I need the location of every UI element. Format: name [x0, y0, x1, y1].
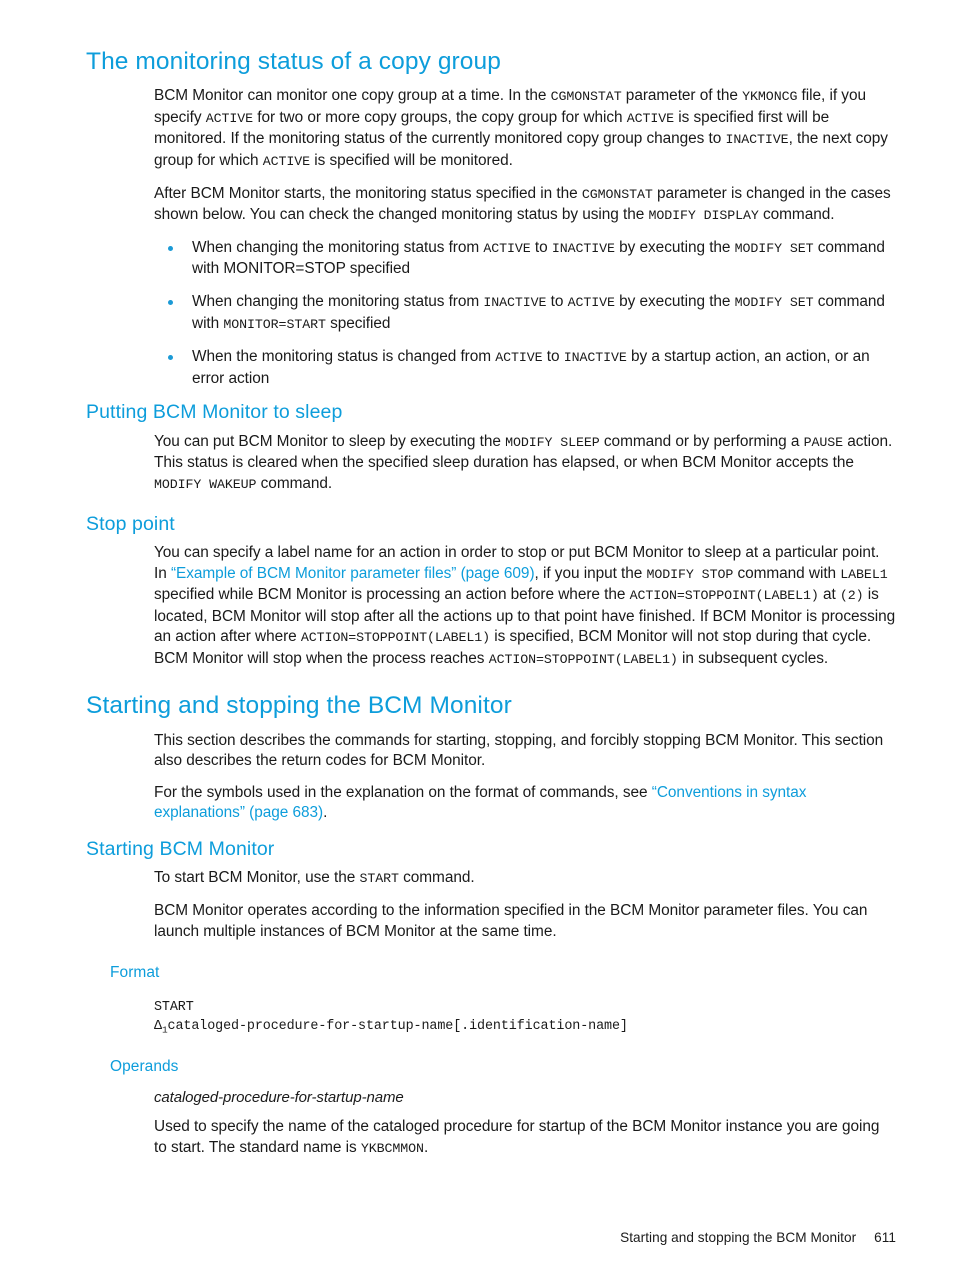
- code-term: INACTIVE: [551, 240, 615, 256]
- list-item: When changing the monitoring status from…: [154, 292, 896, 335]
- text-fragment: command.: [758, 206, 835, 224]
- text-fragment: .: [323, 804, 328, 822]
- paragraph-monitoring-status-2: After BCM Monitor starts, the monitoring…: [154, 184, 896, 227]
- link-example-of-bcm-monitor-parameter-files[interactable]: “Example of BCM Monitor parameter files”…: [171, 565, 535, 582]
- code-term: MODIFY SET: [734, 294, 814, 310]
- paragraph-monitoring-status-1: BCM Monitor can monitor one copy group a…: [154, 86, 896, 172]
- text-fragment: command.: [398, 869, 475, 887]
- text-fragment: To start BCM Monitor, use the: [154, 869, 360, 887]
- code-term: ACTIVE: [262, 153, 310, 169]
- code-term: INACTIVE: [563, 350, 627, 366]
- document-page: The monitoring status of a copy group BC…: [0, 0, 954, 1271]
- paragraph-stop-point-1: You can specify a label name for an acti…: [154, 543, 896, 671]
- paragraph-starting-bcm-2: BCM Monitor operates according to the in…: [154, 902, 868, 940]
- paragraph-sleep-1: You can put BCM Monitor to sleep by exec…: [154, 432, 896, 496]
- monitoring-status-body: BCM Monitor can monitor one copy group a…: [154, 86, 896, 389]
- code-term: INACTIVE: [483, 294, 547, 310]
- code-term: YKBCMMON: [360, 1140, 424, 1156]
- code-block-format: START Δ1cataloged-procedure-for-startup-…: [154, 999, 896, 1040]
- text-fragment: For the symbols used in the explanation …: [154, 783, 652, 801]
- text-fragment: to: [546, 292, 568, 310]
- code-term: INACTIVE: [725, 132, 789, 148]
- paragraph-starting-stopping-1: This section describes the commands for …: [154, 731, 884, 770]
- text-fragment: by executing the: [614, 238, 735, 256]
- text-fragment: in subsequent cycles.: [677, 649, 829, 667]
- code-term: ACTIVE: [483, 240, 531, 256]
- text-fragment: at: [818, 586, 840, 604]
- text-fragment: to: [530, 238, 552, 256]
- code-term: ACTION=STOPPOINT(LABEL1): [300, 630, 491, 646]
- code-term: ACTIVE: [495, 350, 543, 366]
- heading-putting-bcm-monitor-to-sleep: Putting BCM Monitor to sleep: [86, 401, 343, 424]
- text-fragment: After BCM Monitor starts, the monitoring…: [154, 184, 582, 202]
- text-fragment: to: [542, 348, 564, 366]
- code-term: MODIFY DISPLAY: [648, 208, 759, 224]
- code-term: MODIFY WAKEUP: [154, 476, 257, 492]
- monitoring-status-bullet-list: When changing the monitoring status from…: [154, 238, 896, 390]
- heading-format: Format: [110, 964, 160, 982]
- code-term: ACTIVE: [567, 294, 615, 310]
- code-term: ACTIVE: [626, 110, 674, 126]
- text-fragment: You can put BCM Monitor to sleep by exec…: [154, 432, 506, 450]
- page-number: 611: [874, 1230, 896, 1245]
- paragraph-operand-description: Used to specify the name of the cataloge…: [154, 1117, 896, 1159]
- heading-operands: Operands: [110, 1057, 179, 1075]
- list-item: When changing the monitoring status from…: [154, 238, 896, 280]
- text-fragment: , if you input the: [534, 564, 647, 582]
- code-term: PAUSE: [803, 434, 844, 450]
- code-line-2: cataloged-procedure-for-startup-name[.id…: [167, 1018, 628, 1034]
- delta-symbol: Δ: [154, 1018, 162, 1034]
- text-fragment: When changing the monitoring status from: [192, 238, 484, 256]
- starting-stopping-body: This section describes the commands for …: [154, 731, 896, 824]
- heading-monitoring-status: The monitoring status of a copy group: [86, 48, 501, 75]
- format-body: START Δ1cataloged-procedure-for-startup-…: [154, 988, 896, 1040]
- text-fragment: is specified will be monitored.: [309, 151, 513, 169]
- starting-bcm-body: To start BCM Monitor, use the START comm…: [154, 868, 896, 942]
- text-fragment: for two or more copy groups, the copy gr…: [253, 108, 627, 126]
- footer-title: Starting and stopping the BCM Monitor: [620, 1230, 857, 1245]
- text-fragment: command.: [256, 474, 333, 492]
- text-fragment: by executing the: [614, 292, 735, 310]
- list-item: When the monitoring status is changed fr…: [154, 347, 896, 389]
- heading-starting-and-stopping-the-bcm-monitor: Starting and stopping the BCM Monitor: [86, 692, 512, 720]
- code-term: START: [359, 871, 400, 887]
- code-term: MODIFY SET: [734, 240, 814, 256]
- text-fragment: BCM Monitor can monitor one copy group a…: [154, 87, 551, 105]
- operands-body: cataloged-procedure-for-startup-name Use…: [154, 1082, 896, 1160]
- code-line-1: START: [154, 1000, 194, 1016]
- code-term: MODIFY STOP: [646, 566, 734, 582]
- heading-starting-bcm-monitor: Starting BCM Monitor: [86, 838, 275, 861]
- paragraph-starting-stopping-2: For the symbols used in the explanation …: [154, 783, 896, 824]
- page-footer: Starting and stopping the BCM Monitor 611: [620, 1230, 896, 1245]
- code-term: ACTION=STOPPOINT(LABEL1): [629, 588, 819, 604]
- code-term: YKMONCG: [742, 89, 798, 105]
- stop-point-body: You can specify a label name for an acti…: [154, 543, 896, 671]
- code-term: (2): [839, 588, 864, 604]
- code-term: MONITOR=START: [223, 316, 326, 332]
- text-fragment: specified while BCM Monitor is processin…: [154, 586, 630, 604]
- text-fragment: .: [423, 1138, 429, 1156]
- paragraph-starting-bcm-1: To start BCM Monitor, use the START comm…: [154, 868, 896, 890]
- text-fragment: When changing the monitoring status from: [192, 292, 484, 310]
- heading-stop-point: Stop point: [86, 512, 175, 535]
- text-fragment: parameter of the: [621, 87, 743, 105]
- text-fragment: Used to specify the name of the cataloge…: [154, 1118, 880, 1156]
- code-term: ACTIVE: [205, 110, 254, 126]
- sleep-body: You can put BCM Monitor to sleep by exec…: [154, 432, 896, 496]
- text-fragment: command or by performing a: [599, 432, 804, 450]
- text-fragment: specified: [325, 314, 391, 332]
- code-term: CGMONSTAT: [581, 186, 653, 202]
- text-fragment: When the monitoring status is changed fr…: [192, 348, 496, 366]
- code-term: CGMONSTAT: [550, 89, 622, 105]
- code-term: ACTION=STOPPOINT(LABEL1): [488, 651, 678, 667]
- operand-name: cataloged-procedure-for-startup-name: [154, 1088, 404, 1106]
- code-term: MODIFY SLEEP: [505, 434, 600, 450]
- text-fragment: command with: [733, 564, 841, 582]
- code-term: LABEL1: [840, 566, 888, 582]
